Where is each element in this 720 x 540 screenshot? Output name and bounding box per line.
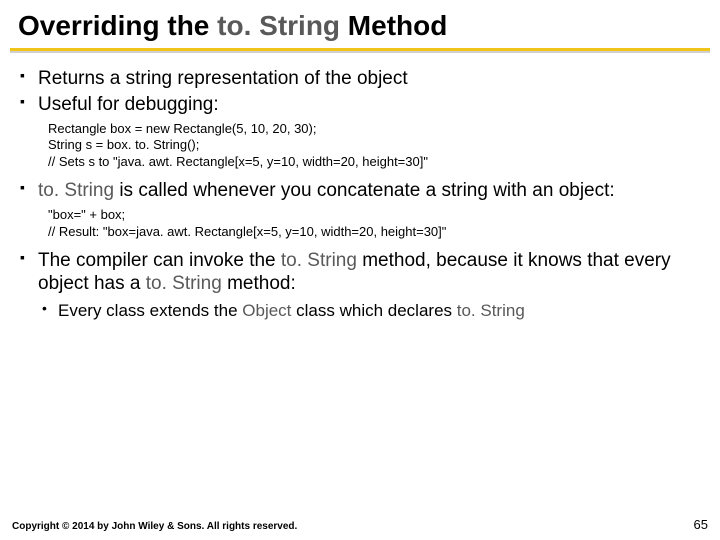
slide: Overriding the to. String Method Returns… — [0, 0, 720, 540]
page-number: 65 — [694, 517, 708, 532]
bullet-2: Useful for debugging: — [18, 93, 702, 117]
title-pre: Overriding the — [18, 10, 217, 41]
code-block-2: "box=" + box; // Result: "box=java. awt.… — [18, 205, 702, 247]
bullet-3-mono: to. String — [38, 180, 114, 201]
code-block-1: Rectangle box = new Rectangle(5, 10, 20,… — [18, 119, 702, 178]
bullet-1: Returns a string representation of the o… — [18, 67, 702, 91]
bullet-4-mono: to. String — [281, 250, 357, 271]
bullet-5: Every class extends the Object class whi… — [18, 300, 702, 321]
copyright-text: Copyright © 2014 by John Wiley & Sons. A… — [12, 521, 297, 532]
bullet-4-mono2: to. String — [146, 273, 222, 294]
title-post: Method — [340, 10, 447, 41]
title-accent: to. String — [217, 10, 340, 41]
bullet-4: The compiler can invoke the to. String m… — [18, 249, 702, 297]
bullet-3-post: is called whenever you concatenate a str… — [114, 180, 615, 201]
bullet-3: to. String is called whenever you concat… — [18, 179, 702, 203]
bullet-4-pre: The compiler can invoke the — [38, 250, 281, 271]
bullet-5-mid: class which declares — [291, 301, 456, 320]
bullet-5-mono2: to. String — [457, 301, 525, 320]
bullet-4-post: method: — [222, 273, 296, 294]
bullet-5-pre: Every class extends the — [58, 301, 242, 320]
slide-title: Overriding the to. String Method — [0, 0, 720, 48]
bullet-1-text: Returns a string representation of the o… — [38, 68, 408, 89]
bullet-2-text: Useful for debugging: — [38, 94, 219, 115]
footer: Copyright © 2014 by John Wiley & Sons. A… — [12, 521, 708, 532]
slide-body: Returns a string representation of the o… — [0, 53, 720, 321]
bullet-5-mono: Object — [242, 301, 291, 320]
